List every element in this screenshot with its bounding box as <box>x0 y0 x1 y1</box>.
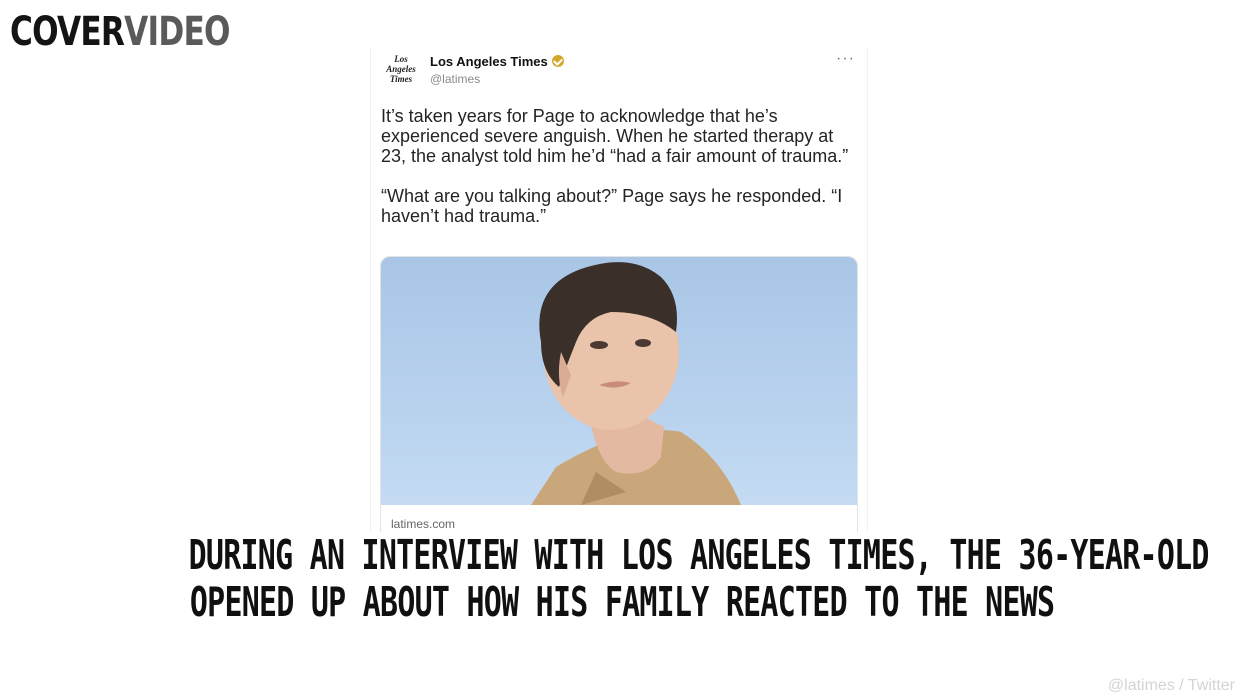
tweet-paragraph-1: It’s taken years for Page to acknowledge… <box>381 106 849 166</box>
latimes-logo: Los Angeles Times <box>383 54 419 90</box>
logo-line-1: Los <box>394 54 408 64</box>
brand-video-text: VIDEO <box>124 9 230 55</box>
video-caption: DURING AN INTERVIEW WITH LOS ANGELES TIM… <box>0 532 1245 626</box>
verified-badge-icon <box>551 55 564 67</box>
source-credit: @latimes / Twitter <box>1107 677 1235 694</box>
brand-cover-text: COVER <box>10 9 125 55</box>
article-photo <box>381 257 857 505</box>
account-name[interactable]: Los Angeles Times <box>430 54 564 69</box>
portrait-illustration <box>531 262 741 505</box>
more-options-icon[interactable]: ··· <box>836 50 855 68</box>
account-handle[interactable]: @latimes <box>430 72 480 86</box>
logo-line-3: Times <box>389 74 413 84</box>
tweet-paragraph-2: “What are you talking about?” Page says … <box>381 186 843 226</box>
tweet-text: It’s taken years for Page to acknowledge… <box>381 106 861 246</box>
caption-line-1: DURING AN INTERVIEW WITH LOS ANGELES TIM… <box>188 531 1209 579</box>
link-preview-card[interactable]: latimes.com <box>380 256 858 540</box>
caption-line-2: OPENED UP ABOUT HOW HIS FAMILY REACTED T… <box>190 578 1055 626</box>
logo-line-2: Angeles <box>386 64 416 74</box>
covervideo-logo: COVERVIDEO <box>10 8 231 56</box>
tweet-card: Los Angeles Times Los Angeles Times @lat… <box>370 48 868 540</box>
account-name-text: Los Angeles Times <box>430 54 548 69</box>
card-domain[interactable]: latimes.com <box>391 517 455 531</box>
